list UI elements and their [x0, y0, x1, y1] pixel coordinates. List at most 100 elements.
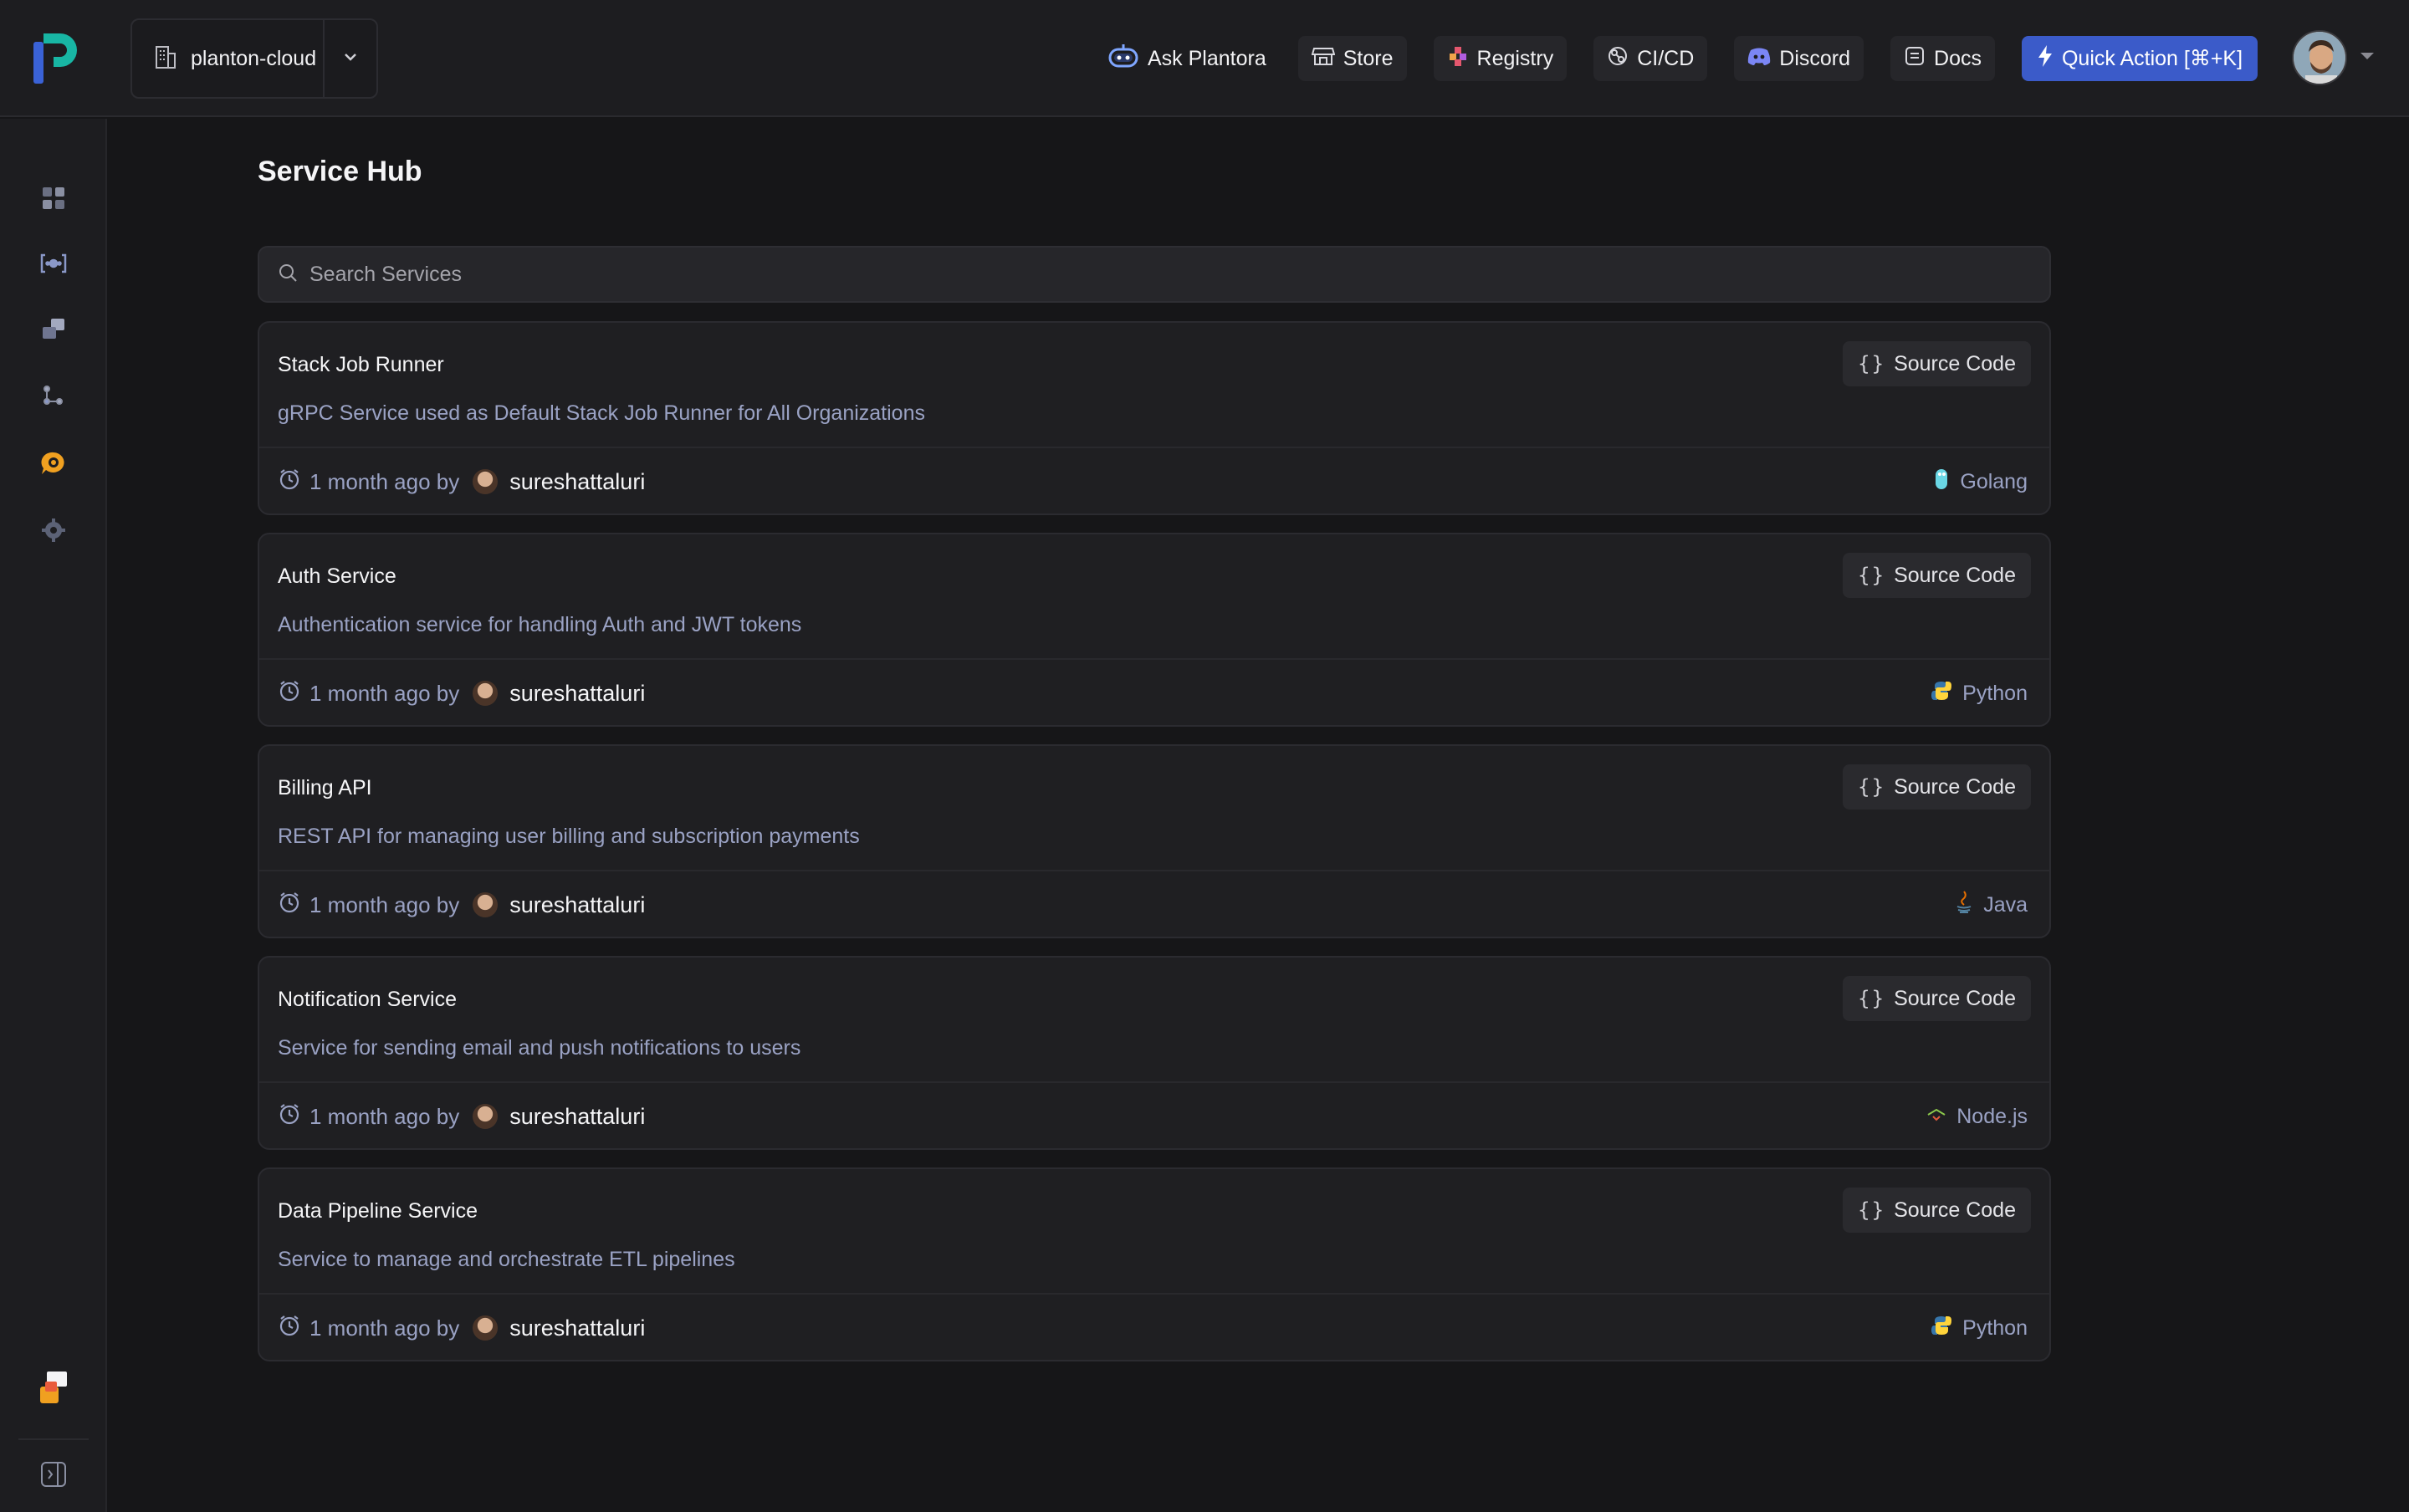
org-name: planton-cloud: [191, 46, 317, 70]
collapse-sidebar-icon: [39, 1460, 68, 1493]
quick-action-label: Quick Action [⌘+K]: [2061, 47, 2243, 70]
store-icon: [1311, 45, 1336, 73]
cicd-icon: [1607, 45, 1629, 73]
quick-action-button[interactable]: Quick Action [⌘+K]: [2021, 36, 2258, 81]
service-name[interactable]: Data Pipeline Service: [278, 1199, 478, 1223]
source-code-label: Source Code: [1894, 774, 2016, 799]
code-braces-icon: {}: [1858, 987, 1886, 1010]
clock-icon: [278, 891, 301, 920]
code-braces-icon: {}: [1858, 352, 1886, 375]
settings-icon: [41, 518, 66, 547]
service-card[interactable]: Data Pipeline Service Service to manage …: [258, 1167, 2051, 1361]
sidebar: [0, 119, 107, 1512]
author-name[interactable]: sureshattaluri: [509, 1104, 645, 1130]
code-braces-icon: {}: [1858, 564, 1886, 587]
language-tag: Golang: [1933, 467, 2028, 498]
source-code-button[interactable]: {} Source Code: [1843, 553, 2031, 598]
author-name[interactable]: sureshattaluri: [509, 681, 645, 707]
service-card[interactable]: Notification Service Service for sending…: [258, 956, 2051, 1150]
user-menu[interactable]: [2292, 30, 2376, 85]
python-icon: [1931, 1315, 1952, 1342]
service-description: Service for sending email and push notif…: [278, 1036, 801, 1060]
sidebar-item-feedback[interactable]: [35, 1371, 72, 1408]
service-card-footer: 1 month ago by sureshattaluri Python: [259, 1293, 2049, 1361]
nodejs-icon: [1926, 1105, 1946, 1129]
org-switcher[interactable]: planton-cloud: [130, 18, 378, 99]
search-icon: [278, 263, 298, 287]
source-code-button[interactable]: {} Source Code: [1843, 341, 2031, 386]
source-code-label: Source Code: [1894, 351, 2016, 375]
service-card-footer: 1 month ago by sureshattaluri Python: [259, 658, 2049, 727]
sidebar-item-connections[interactable]: [35, 247, 72, 284]
search-bar[interactable]: [258, 246, 2051, 303]
discord-label: Discord: [1779, 46, 1851, 70]
source-code-button[interactable]: {} Source Code: [1843, 976, 2031, 1021]
service-card[interactable]: Stack Job Runner gRPC Service used as De…: [258, 321, 2051, 515]
service-meta: 1 month ago by sureshattaluri: [278, 467, 645, 497]
service-name[interactable]: Auth Service: [278, 564, 396, 589]
collapse-sidebar-button[interactable]: [35, 1458, 72, 1494]
code-braces-icon: {}: [1858, 1198, 1886, 1222]
cicd-label: CI/CD: [1637, 46, 1695, 70]
code-braces-icon: {}: [1858, 775, 1886, 799]
language-label: Python: [1962, 1315, 2028, 1340]
caret-down-icon: [2359, 50, 2376, 65]
discord-button[interactable]: Discord: [1734, 36, 1864, 81]
org-dropdown-button[interactable]: [325, 51, 376, 66]
user-avatar[interactable]: [2292, 30, 2347, 85]
store-button[interactable]: Store: [1297, 36, 1407, 81]
sidebar-divider: [18, 1438, 89, 1440]
service-meta: 1 month ago by sureshattaluri: [278, 679, 645, 708]
service-name[interactable]: Stack Job Runner: [278, 353, 444, 377]
service-card[interactable]: Auth Service Authentication service for …: [258, 533, 2051, 727]
lightning-icon: [2037, 44, 2054, 74]
source-code-label: Source Code: [1894, 563, 2016, 587]
service-card-footer: 1 month ago by sureshattaluri Java: [259, 870, 2049, 938]
graph-icon: [41, 383, 66, 412]
updated-text: 1 month ago by: [309, 1103, 460, 1129]
sidebar-item-plantora[interactable]: [35, 447, 72, 483]
planton-logo-icon[interactable]: [30, 28, 82, 87]
author-name[interactable]: sureshattaluri: [509, 469, 645, 495]
search-input[interactable]: [309, 262, 1899, 287]
author-name[interactable]: sureshattaluri: [509, 1315, 645, 1341]
service-meta: 1 month ago by sureshattaluri: [278, 891, 645, 920]
updated-text: 1 month ago by: [309, 468, 460, 494]
author-avatar: [473, 1104, 499, 1129]
service-card[interactable]: Billing API REST API for managing user b…: [258, 744, 2051, 938]
sidebar-item-resources[interactable]: [35, 313, 72, 350]
service-name[interactable]: Billing API: [278, 776, 372, 800]
top-nav: Ask Plantora Store Registry CI/CD Discor…: [1102, 35, 2258, 82]
source-code-button[interactable]: {} Source Code: [1843, 764, 2031, 810]
language-tag: Java: [1955, 890, 2028, 921]
source-code-button[interactable]: {} Source Code: [1843, 1188, 2031, 1233]
language-label: Golang: [1960, 469, 2028, 493]
registry-icon: [1447, 45, 1469, 73]
language-label: Python: [1962, 681, 2028, 705]
author-name[interactable]: sureshattaluri: [509, 892, 645, 918]
org-switcher-main[interactable]: planton-cloud: [132, 20, 325, 97]
clock-icon: [278, 1314, 301, 1343]
docs-button[interactable]: Docs: [1890, 36, 1995, 81]
service-description: REST API for managing user billing and s…: [278, 825, 860, 848]
service-card-footer: 1 month ago by sureshattaluri Node.js: [259, 1081, 2049, 1150]
sidebar-item-graph[interactable]: [35, 379, 72, 416]
sidebar-item-dashboard[interactable]: [35, 181, 72, 218]
registry-button[interactable]: Registry: [1433, 36, 1568, 81]
service-list: Stack Job Runner gRPC Service used as De…: [258, 321, 2051, 1379]
language-tag: Node.js: [1926, 1105, 2028, 1129]
python-icon: [1931, 680, 1952, 707]
service-card-header: Billing API REST API for managing user b…: [259, 746, 2049, 870]
building-icon: [154, 44, 177, 74]
language-tag: Python: [1931, 1315, 2028, 1342]
top-bar: planton-cloud Ask Plantora Store Registr…: [0, 0, 2409, 117]
service-name[interactable]: Notification Service: [278, 988, 457, 1012]
discord-icon: [1747, 47, 1771, 71]
language-label: Node.js: [1956, 1104, 2028, 1128]
store-label: Store: [1343, 46, 1394, 70]
ask-plantora-button[interactable]: Ask Plantora: [1102, 36, 1271, 81]
sidebar-item-settings[interactable]: [35, 513, 72, 550]
cicd-button[interactable]: CI/CD: [1593, 36, 1708, 81]
clock-icon: [278, 679, 301, 708]
clock-icon: [278, 1102, 301, 1131]
